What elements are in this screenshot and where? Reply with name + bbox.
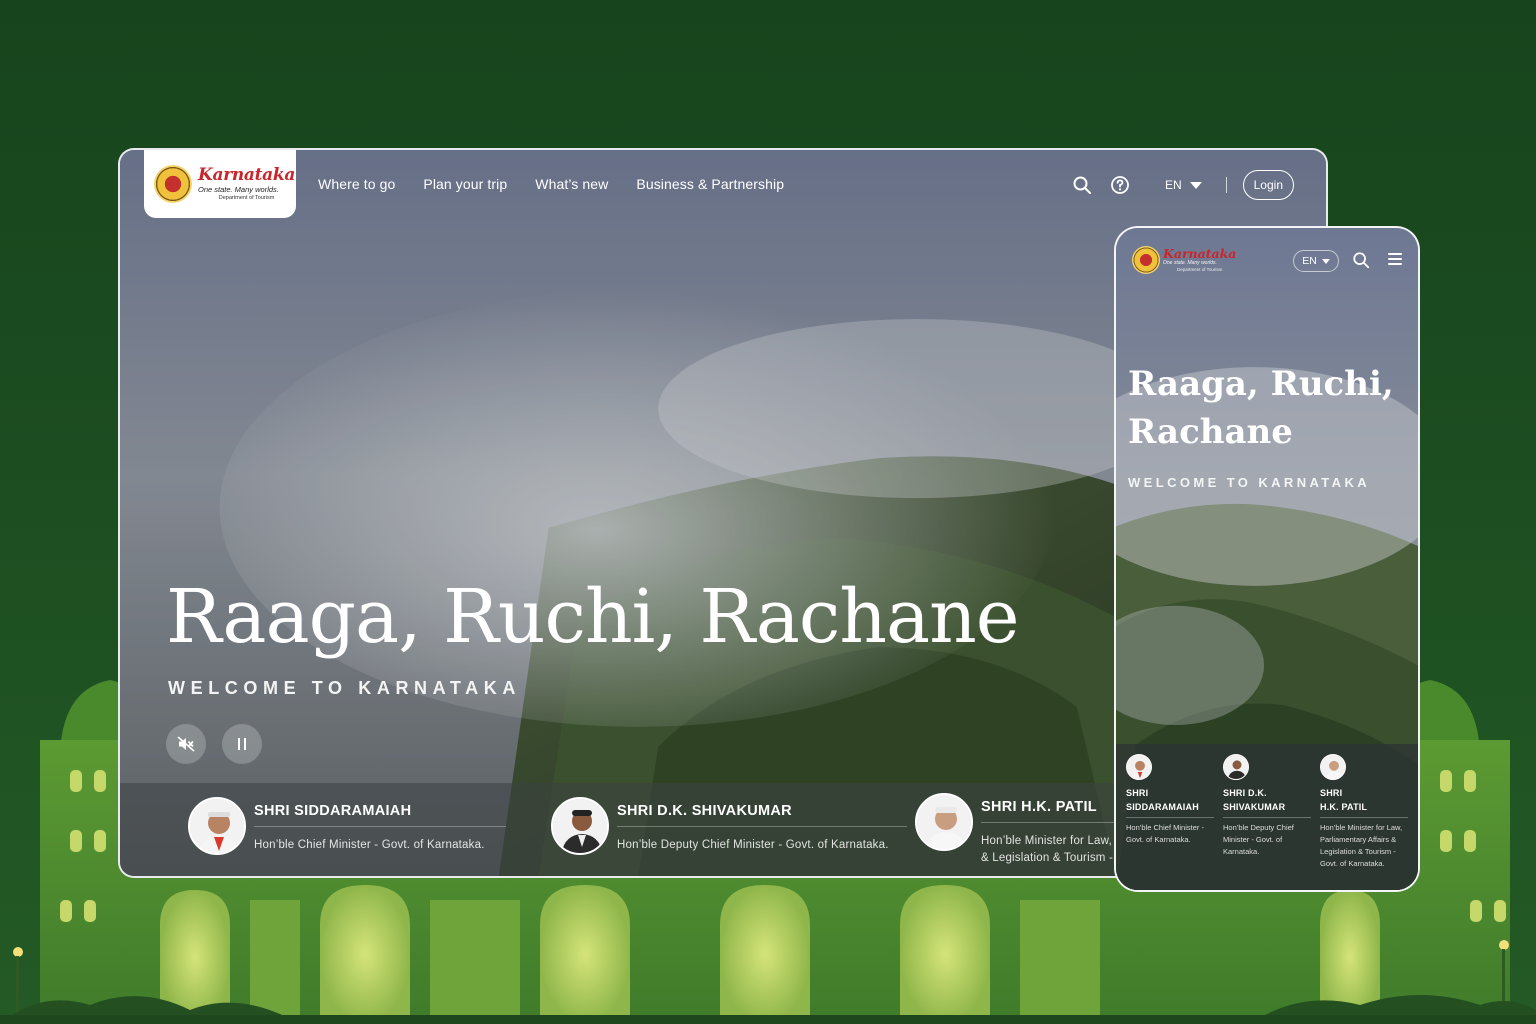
leader-role: Hon’ble Minister for Law, Parliamentary … <box>1320 823 1403 868</box>
avatar <box>1320 754 1346 780</box>
pause-button[interactable] <box>222 724 262 764</box>
leader-role: Hon’ble Minister for Law, & Legislation … <box>981 833 1131 866</box>
language-selector[interactable]: EN <box>1165 178 1202 192</box>
leader-role-line: & Legislation & Tourism - <box>981 851 1113 864</box>
leader-card-chief-minister: SHRI SIDDARAMAIAH Hon’ble Chief Minister… <box>1126 754 1214 846</box>
leader-name-line: SHRI D.K. <box>1223 788 1267 798</box>
leader-name: SHRI H.K. PATIL <box>1320 786 1408 818</box>
karnataka-emblem <box>1132 246 1160 274</box>
language-label: EN <box>1164 178 1182 192</box>
nav-business-partnership[interactable]: Business & Partnership <box>636 176 784 192</box>
leader-name: SHRI D.K. SHIVAKUMAR <box>1223 786 1311 818</box>
pause-icon <box>238 738 246 750</box>
brand-logo[interactable]: Karnataka One state. Many worlds. Depart… <box>1132 246 1236 274</box>
avatar <box>915 793 973 851</box>
hero-title-line: Rachane <box>1128 412 1293 452</box>
header-actions: EN Login <box>1071 169 1294 201</box>
nav-plan-your-trip[interactable]: Plan your trip <box>423 176 507 192</box>
logo-wordmark: Karnataka <box>1163 246 1237 261</box>
leader-role-line: Hon’ble Minister for Law, <box>981 835 1112 847</box>
leader-card-tourism-minister: SHRI H.K. PATIL Hon’ble Minister for Law… <box>1320 754 1408 870</box>
nav-whats-new[interactable]: What’s new <box>535 176 608 192</box>
video-controls <box>166 724 262 764</box>
hero-subtitle: WELCOME TO KARNATAKA <box>1128 475 1371 490</box>
chevron-down-icon <box>1189 181 1202 189</box>
avatar <box>1126 754 1152 780</box>
leader-name: SHRI SIDDARAMAIAH <box>254 797 506 827</box>
language-selector[interactable]: EN <box>1293 250 1339 272</box>
leader-name: SHRI D.K. SHIVAKUMAR <box>617 797 907 827</box>
hero-title: Raaga, Ruchi, Rachane <box>166 574 1020 660</box>
login-button[interactable]: Login <box>1242 170 1294 200</box>
hero-subtitle: WELCOME TO KARNATAKA <box>168 678 521 698</box>
help-icon[interactable] <box>1109 174 1131 196</box>
header-divider <box>1225 177 1227 193</box>
leader-name-line: SHIVAKUMAR <box>1223 802 1286 812</box>
leader-name-line: SHRI <box>1126 788 1149 798</box>
leader-name-line: SHRI <box>1320 788 1343 798</box>
logo-tagline: One state. Many worlds. <box>1163 259 1217 266</box>
mute-button[interactable] <box>166 724 206 764</box>
logo-wordmark: Karnataka <box>198 164 296 185</box>
menu-icon[interactable] <box>1388 253 1402 265</box>
hero-title-line: Raaga, Ruchi, <box>1128 364 1394 404</box>
mute-icon <box>177 736 195 752</box>
chevron-down-icon <box>1321 258 1330 264</box>
main-navigation: Where to go Plan your trip What’s new Bu… <box>318 176 784 192</box>
brand-logo[interactable]: Karnataka One state. Many worlds. Depart… <box>144 150 296 218</box>
leader-card-deputy-chief-minister: SHRI D.K. SHIVAKUMAR Hon’ble Deputy Chie… <box>551 797 907 855</box>
leader-role: Hon’ble Deputy Chief Minister - Govt. of… <box>1223 823 1294 856</box>
avatar <box>188 797 246 855</box>
leader-role: Hon’ble Chief Minister - Govt. of Karnat… <box>254 839 485 851</box>
search-icon[interactable] <box>1071 174 1093 196</box>
leader-name: SHRI H.K. PATIL <box>981 793 1131 823</box>
logo-department: Department of Tourism <box>1176 266 1223 272</box>
leader-name: SHRI SIDDARAMAIAH <box>1126 786 1214 818</box>
nav-where-to-go[interactable]: Where to go <box>318 176 395 192</box>
leader-role: Hon’ble Deputy Chief Minister - Govt. of… <box>617 839 889 851</box>
leader-role: Hon’ble Chief Minister - Govt. of Karnat… <box>1126 823 1204 844</box>
leader-card-tourism-minister: SHRI H.K. PATIL Hon’ble Minister for Law… <box>915 793 1131 866</box>
search-icon[interactable] <box>1352 251 1370 274</box>
mobile-preview: Karnataka One state. Many worlds. Depart… <box>1114 226 1420 892</box>
leader-name-line: H.K. PATIL <box>1320 802 1368 812</box>
avatar <box>551 797 609 855</box>
leaders-strip: SHRI SIDDARAMAIAH Hon’ble Chief Minister… <box>1116 744 1418 890</box>
logo-department: Department of Tourism <box>218 195 275 201</box>
leader-name-line: SIDDARAMAIAH <box>1126 802 1199 812</box>
leader-card-deputy-chief-minister: SHRI D.K. SHIVAKUMAR Hon’ble Deputy Chie… <box>1223 754 1311 858</box>
hero-title: Raaga, Ruchi, Rachane <box>1128 360 1408 456</box>
language-label: EN <box>1302 255 1317 267</box>
logo-tagline: One state. Many worlds. <box>198 184 279 194</box>
avatar <box>1223 754 1249 780</box>
karnataka-emblem <box>154 165 192 203</box>
leader-card-chief-minister: SHRI SIDDARAMAIAH Hon’ble Chief Minister… <box>188 797 506 855</box>
